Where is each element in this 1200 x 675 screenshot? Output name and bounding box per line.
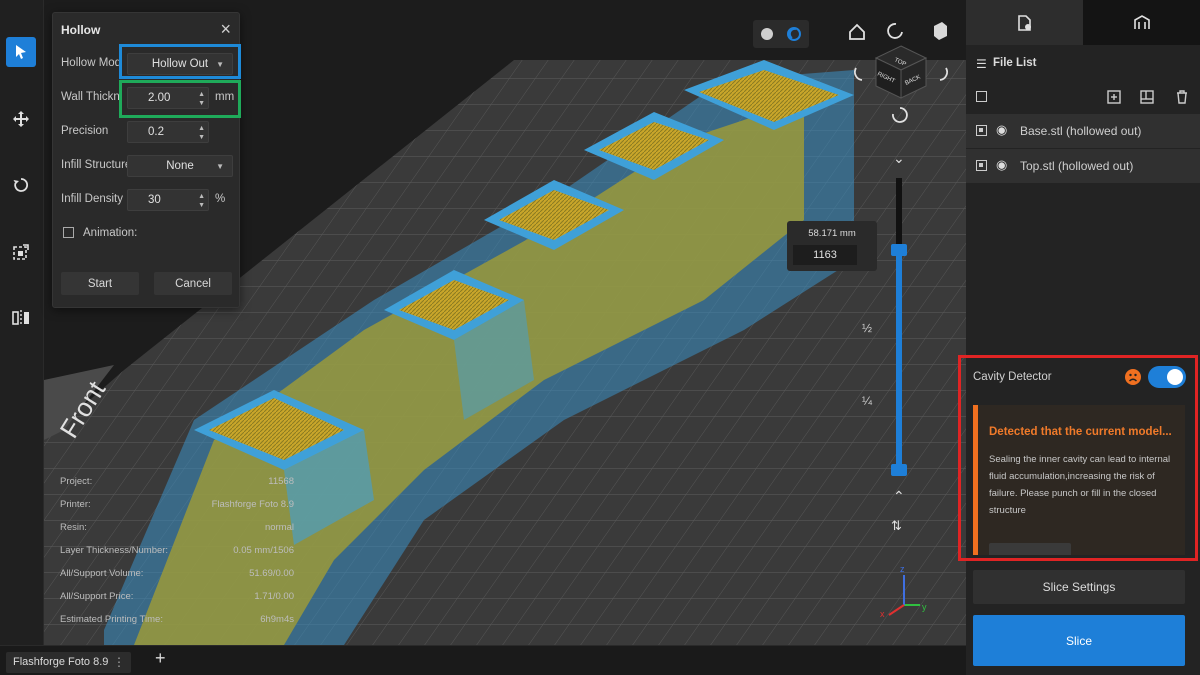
slider-up-chevron-icon[interactable]: ⌄	[893, 150, 905, 167]
info-value-layer: 0.05 mm/1506	[233, 545, 294, 556]
orbit-left-icon[interactable]	[854, 67, 863, 81]
infill-density-value: 30	[148, 194, 161, 206]
tab-supports[interactable]	[1083, 0, 1200, 45]
info-label-price: All/Support Price:	[60, 591, 134, 602]
add-tab-button[interactable]: +	[155, 648, 166, 669]
slider-down-chevron-icon[interactable]: ⌃	[893, 488, 905, 505]
file-settings-icon	[1017, 14, 1031, 31]
slice-button[interactable]: Slice	[973, 615, 1185, 666]
axis-z-label: z	[900, 564, 905, 574]
info-label-volume: All/Support Volume:	[60, 568, 144, 579]
arrange-icon[interactable]	[1139, 89, 1155, 105]
select-tool-button[interactable]	[6, 37, 36, 67]
file-row[interactable]: ◉ Top.stl (hollowed out)	[966, 149, 1200, 183]
list-icon: ☰	[976, 57, 987, 71]
layer-number-input[interactable]: 1163	[793, 245, 857, 265]
precision-value: 0.2	[148, 126, 164, 138]
animation-label: Animation:	[83, 227, 138, 239]
caret-down-icon: ▼	[216, 161, 224, 171]
info-value-price: 1.71/0.00	[254, 591, 294, 602]
layer-height-mm: 58.171 mm	[808, 228, 856, 239]
layer-slider-fill	[896, 251, 902, 472]
info-label-printer: Printer:	[60, 499, 91, 510]
infill-structure-label: Infill Structure	[61, 159, 132, 171]
file-name: Base.stl (hollowed out)	[1020, 124, 1142, 138]
move-tool-button[interactable]	[6, 104, 36, 134]
close-icon[interactable]: ×	[220, 19, 231, 40]
home-view-icon[interactable]	[849, 23, 865, 40]
eye-icon[interactable]: ◉	[996, 122, 1007, 138]
slider-half-mark: ½	[862, 321, 873, 335]
iso-view-icon[interactable]	[934, 22, 947, 40]
infill-density-label: Infill Density	[61, 193, 123, 205]
infill-structure-value: None	[166, 160, 194, 172]
highlight-wall-thickness	[119, 80, 241, 118]
mirror-tool-button[interactable]	[6, 303, 36, 333]
layer-height-box: 58.171 mm 1163	[787, 221, 877, 271]
axis-x-label: x	[880, 609, 885, 619]
bottom-tabbar: Flashforge Foto 8.9 ⋮ +	[0, 645, 966, 675]
scale-tool-button[interactable]	[6, 237, 36, 267]
infill-structure-select[interactable]: None ▼	[127, 155, 233, 177]
more-options-icon[interactable]: ⋮	[113, 655, 125, 669]
file-checkbox[interactable]	[976, 125, 987, 136]
spin-arrows-icon[interactable]: ▲ ▼	[198, 124, 205, 142]
info-value-resin: normal	[264, 522, 294, 533]
rotate-left-view-icon[interactable]	[887, 23, 903, 39]
axis-y-label: y	[922, 602, 927, 612]
info-label-project: Project:	[60, 476, 93, 487]
nav-cube[interactable]: TOP RIGHT BACK	[874, 45, 928, 99]
info-value-volume: 51.69/0.00	[249, 568, 294, 579]
eye-icon[interactable]: ◉	[996, 157, 1007, 173]
file-row[interactable]: ◉ Base.stl (hollowed out)	[966, 114, 1200, 148]
precision-label: Precision	[61, 125, 109, 137]
info-value-time: 6h9m4s	[260, 614, 294, 625]
slider-quarter-mark: ¼	[862, 394, 873, 408]
highlight-hollow-mode	[119, 44, 241, 79]
slice-settings-button[interactable]: Slice Settings	[973, 570, 1185, 604]
sort-layers-icon[interactable]: ⇅	[891, 518, 902, 534]
file-checkbox[interactable]	[976, 160, 987, 171]
app-window: Front y z x Project: 11568 Printer: Flas…	[0, 0, 1200, 675]
info-label-resin: Resin:	[60, 522, 87, 533]
precision-input[interactable]: 0.2 ▲ ▼	[127, 121, 209, 143]
project-tab-label: Flashforge Foto 8.9	[13, 656, 109, 668]
view-controls: TOP RIGHT BACK	[849, 22, 948, 123]
layer-slider-bottom-handle[interactable]	[891, 464, 907, 476]
add-file-icon[interactable]	[1106, 89, 1122, 105]
animation-checkbox[interactable]	[63, 227, 74, 238]
panel-tabs	[966, 0, 1200, 45]
file-list-title: File List	[993, 57, 1037, 69]
start-button[interactable]: Start	[61, 272, 139, 295]
dialog-title: Hollow	[61, 23, 101, 37]
scale-icon	[13, 244, 29, 260]
rotate-tool-button[interactable]	[6, 170, 36, 200]
project-tab[interactable]: Flashforge Foto 8.9 ⋮	[6, 652, 131, 673]
move-icon	[13, 111, 29, 127]
info-value-printer: Flashforge Foto 8.9	[211, 499, 294, 510]
cursor-icon	[16, 45, 26, 59]
left-toolbar	[0, 0, 44, 645]
trash-icon[interactable]	[1174, 89, 1190, 105]
layer-slider-top-handle[interactable]	[891, 244, 907, 256]
info-value-project: 11568	[268, 476, 294, 487]
select-all-checkbox[interactable]	[976, 91, 987, 102]
mirror-icon	[12, 310, 29, 326]
rotate-down-view-icon[interactable]	[892, 107, 908, 123]
infill-density-unit: %	[215, 193, 226, 205]
hollow-mode-label: Hollow Mod	[61, 57, 122, 69]
shading-toggle	[753, 20, 809, 48]
wall-thickness-label: Wall Thickn...	[61, 91, 123, 103]
file-name: Top.stl (hollowed out)	[1020, 159, 1134, 173]
infill-density-input[interactable]: 30 ▲ ▼	[127, 189, 209, 211]
rotate-icon	[13, 178, 29, 192]
support-icon	[1133, 14, 1150, 29]
tab-files[interactable]	[966, 0, 1083, 45]
orbit-right-icon[interactable]	[939, 67, 948, 81]
cancel-button[interactable]: Cancel	[154, 272, 232, 295]
solid-view-icon[interactable]	[761, 28, 773, 40]
highlight-cavity-detector	[958, 355, 1198, 561]
spin-arrows-icon[interactable]: ▲ ▼	[198, 192, 205, 210]
